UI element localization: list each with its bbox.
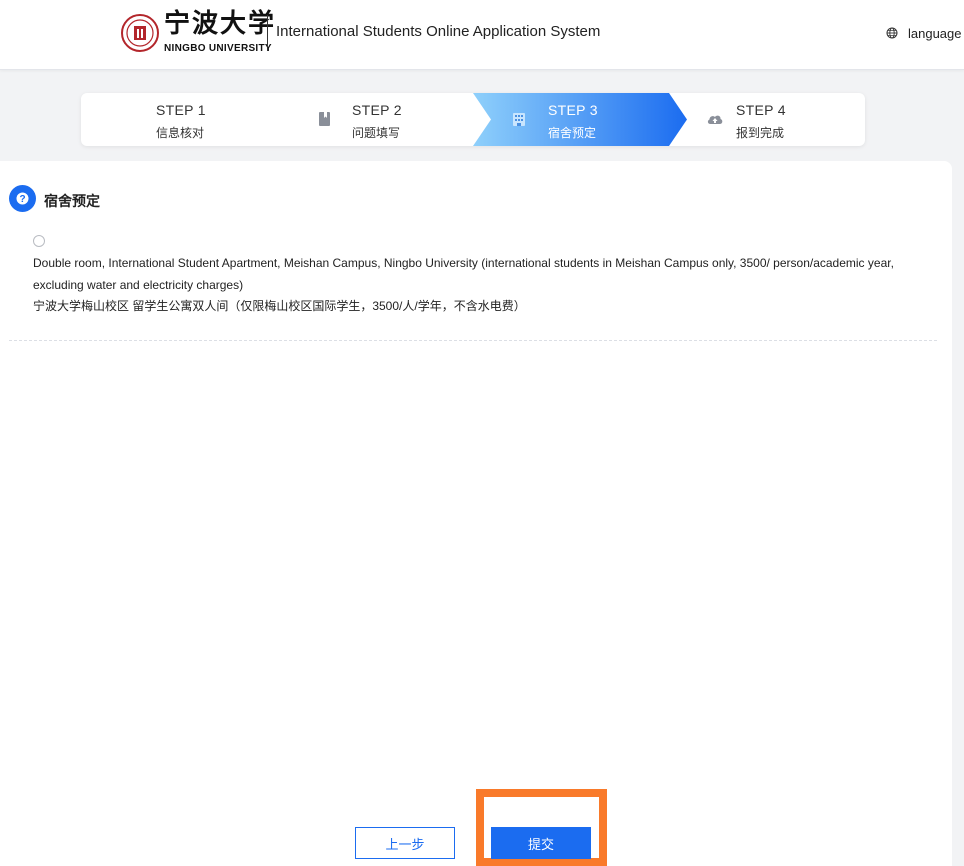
top-header: 宁波大学 NINGBO UNIVERSITY International Stu… [0,0,964,70]
step-title: STEP 2 [352,102,402,118]
language-label: language [908,25,962,41]
logo-chinese-name: 宁波大学 [164,9,277,39]
dorm-option-radio[interactable] [33,235,45,247]
globe-icon [886,27,898,39]
dorm-option-label-cn: 宁波大学梅山校区 留学生公寓双人间（仅限梅山校区国际学生，3500/人/学年，不… [33,299,526,313]
dashed-divider [9,340,937,341]
progress-stepper: STEP 1 信息核对 STEP 2 问题填写 STEP 3 宿舍预定 STEP… [81,93,865,146]
step-subtitle: 信息核对 [156,126,205,140]
logo-divider [267,15,268,51]
step-3: STEP 3 宿舍预定 [473,93,669,146]
svg-text:?: ? [19,194,25,205]
step-subtitle: 问题填写 [352,126,401,140]
logo-english-name: NINGBO UNIVERSITY [164,43,272,54]
language-switcher[interactable]: language [886,24,962,42]
step-subtitle: 报到完成 [736,126,785,140]
step-title: STEP 3 [548,102,598,118]
building-icon [513,113,525,126]
section-title: 宿舍预定 [44,193,100,209]
step-1: STEP 1 信息核对 [81,93,277,146]
step-title: STEP 4 [736,102,786,118]
university-seal-icon [121,14,159,52]
book-icon [319,112,330,126]
system-title: International Students Online Applicatio… [276,23,601,40]
submit-button[interactable]: 提交 [491,827,591,859]
step-4: STEP 4 报到完成 [669,93,865,146]
cloud-upload-icon [707,115,723,124]
dorm-option-label-en: Double room, International Student Apart… [33,256,894,292]
step-subtitle: 宿舍预定 [548,126,597,140]
question-circle-icon: ? [9,185,36,212]
previous-step-button[interactable]: 上一步 [355,827,455,859]
step-title: STEP 1 [156,102,206,118]
step-2: STEP 2 问题填写 [277,93,473,146]
dormitory-card: ? 宿舍预定 Double room, International Studen… [0,161,952,866]
